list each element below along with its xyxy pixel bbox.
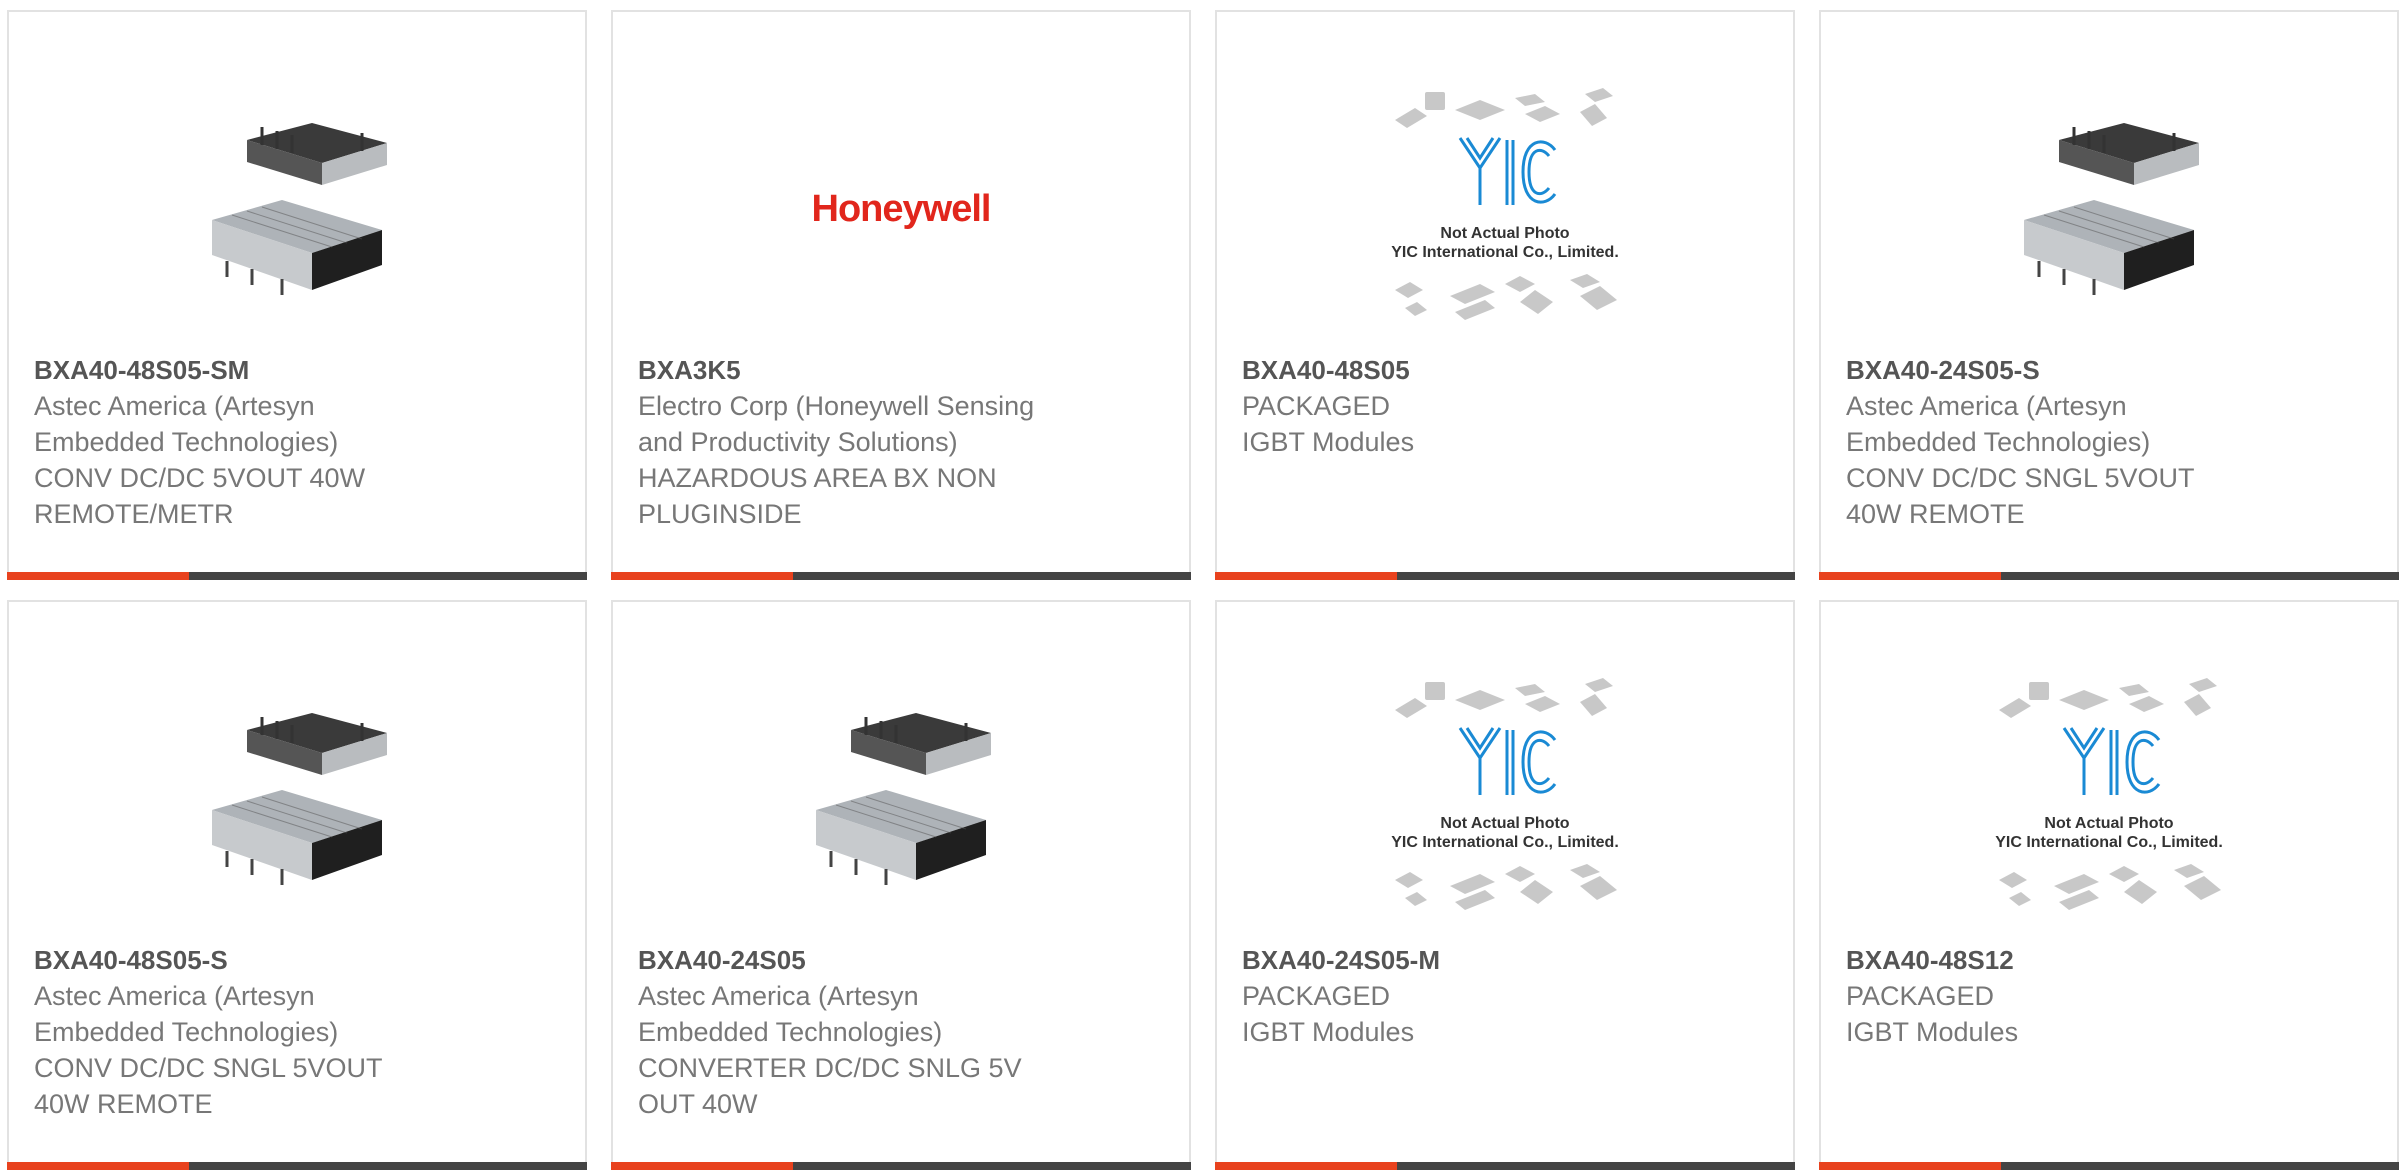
product-description-line: 40W REMOTE bbox=[34, 1089, 213, 1119]
part-number-link[interactable]: BXA40-24S05-M bbox=[1242, 942, 1712, 978]
product-description-line: REMOTE/METR bbox=[34, 499, 234, 529]
placeholder-caption: Not Actual Photo bbox=[2044, 815, 2173, 832]
product-image[interactable]: Not Actual Photo YIC International Co., … bbox=[1217, 67, 1793, 352]
part-number-link[interactable]: BXA40-48S05 bbox=[1242, 352, 1712, 388]
product-card[interactable]: Not Actual Photo YIC International Co., … bbox=[1819, 600, 2399, 1170]
placeholder-caption: Not Actual Photo bbox=[1440, 815, 1569, 832]
product-card[interactable]: BXA40-48S05-SM Astec America (Artesyn Embe… bbox=[7, 10, 587, 580]
product-info: BXA40-48S05-S Astec America (Artesyn Embed… bbox=[34, 942, 504, 1122]
card-accent-bar bbox=[1819, 572, 2399, 580]
product-image[interactable] bbox=[9, 657, 585, 942]
product-description-line: CONV DC/DC 5VOUT 40W bbox=[34, 463, 366, 493]
card-accent-bar bbox=[611, 572, 1191, 580]
product-image[interactable] bbox=[613, 657, 1189, 942]
product-card[interactable]: BXA40-24S05-S Astec America (Artesyn Embed… bbox=[1819, 10, 2399, 580]
dc-converter-image bbox=[816, 712, 991, 885]
product-description-line: CONVERTER DC/DC SNLG 5V bbox=[638, 1053, 1022, 1083]
part-number-link[interactable]: BXA40-24S05 bbox=[638, 942, 1108, 978]
product-info: BXA3K5 Electro Corp (Honeywell Sensing and… bbox=[638, 352, 1108, 532]
card-accent-bar bbox=[1215, 1162, 1795, 1170]
product-info: BXA40-24S05-S Astec America (Artesyn Embed… bbox=[1846, 352, 2316, 532]
product-description-line: IGBT Modules bbox=[1242, 1017, 1415, 1047]
dc-converter-image bbox=[2024, 122, 2199, 295]
dc-converter-image bbox=[212, 122, 387, 295]
product-image[interactable]: Not Actual Photo YIC International Co., … bbox=[1821, 657, 2397, 942]
product-image[interactable] bbox=[1821, 67, 2397, 352]
yic-placeholder-image: Not Actual Photo YIC International Co., … bbox=[1391, 677, 1619, 910]
product-description-line: OUT 40W bbox=[638, 1089, 758, 1119]
part-number-link[interactable]: BXA3K5 bbox=[638, 352, 1108, 388]
product-card[interactable]: BXA40-24S05 Astec America (Artesyn Embedde… bbox=[611, 600, 1191, 1170]
card-accent-bar bbox=[611, 1162, 1191, 1170]
card-accent-bar bbox=[7, 572, 587, 580]
product-grid: BXA40-48S05-SM Astec America (Artesyn Embe… bbox=[7, 10, 2399, 1170]
product-description-line: IGBT Modules bbox=[1242, 427, 1415, 457]
part-number-link[interactable]: BXA40-24S05-S bbox=[1846, 352, 2316, 388]
product-card[interactable]: Not Actual Photo YIC International Co., … bbox=[1215, 10, 1795, 580]
product-description-line: Embedded Technologies) bbox=[34, 1017, 339, 1047]
product-card[interactable]: Not Actual Photo YIC International Co., … bbox=[1215, 600, 1795, 1170]
product-info: BXA40-48S12 PACKAGED IGBT Modules bbox=[1846, 942, 2316, 1050]
product-description-line: 40W REMOTE bbox=[1846, 499, 2025, 529]
placeholder-company: YIC International Co., Limited. bbox=[1995, 834, 2223, 851]
placeholder-caption: Not Actual Photo bbox=[1440, 225, 1569, 242]
product-image[interactable]: Not Actual Photo YIC International Co., … bbox=[1217, 657, 1793, 942]
product-info: BXA40-24S05 Astec America (Artesyn Embedde… bbox=[638, 942, 1108, 1122]
product-description-line: Embedded Technologies) bbox=[638, 1017, 943, 1047]
part-number-link[interactable]: BXA40-48S12 bbox=[1846, 942, 2316, 978]
product-description-line: Astec America (Artesyn bbox=[34, 391, 315, 421]
placeholder-company: YIC International Co., Limited. bbox=[1391, 834, 1619, 851]
product-card[interactable]: BXA40-48S05-S Astec America (Artesyn Embed… bbox=[7, 600, 587, 1170]
card-accent-bar bbox=[1215, 572, 1795, 580]
product-description-line: Astec America (Artesyn bbox=[34, 981, 315, 1011]
product-description-line: Astec America (Artesyn bbox=[1846, 391, 2127, 421]
product-description-line: CONV DC/DC SNGL 5VOUT bbox=[34, 1053, 383, 1083]
honeywell-logo: Honeywell bbox=[811, 188, 992, 230]
product-info: BXA40-48S05-SM Astec America (Artesyn Embe… bbox=[34, 352, 504, 532]
dc-converter-image bbox=[212, 712, 387, 885]
card-accent-bar bbox=[1819, 1162, 2399, 1170]
product-description-line: PACKAGED bbox=[1242, 981, 1391, 1011]
product-info: BXA40-24S05-M PACKAGED IGBT Modules bbox=[1242, 942, 1712, 1050]
card-accent-bar bbox=[7, 1162, 587, 1170]
product-description-line: PLUGINSIDE bbox=[638, 499, 802, 529]
yic-placeholder-image: Not Actual Photo YIC International Co., … bbox=[1995, 677, 2223, 910]
product-image[interactable] bbox=[9, 67, 585, 352]
product-description-line: Embedded Technologies) bbox=[34, 427, 339, 457]
part-number-link[interactable]: BXA40-48S05-S bbox=[34, 942, 504, 978]
placeholder-company: YIC International Co., Limited. bbox=[1391, 244, 1619, 261]
product-description-line: IGBT Modules bbox=[1846, 1017, 2019, 1047]
product-info: BXA40-48S05 PACKAGED IGBT Modules bbox=[1242, 352, 1712, 460]
product-description-line: CONV DC/DC SNGL 5VOUT bbox=[1846, 463, 2195, 493]
product-description-line: PACKAGED bbox=[1242, 391, 1391, 421]
product-image[interactable]: Honeywell bbox=[613, 67, 1189, 352]
part-number-link[interactable]: BXA40-48S05-SM bbox=[34, 352, 504, 388]
product-description-line: HAZARDOUS AREA BX NON bbox=[638, 463, 997, 493]
product-description-line: and Productivity Solutions) bbox=[638, 427, 958, 457]
product-description-line: PACKAGED bbox=[1846, 981, 1995, 1011]
product-description-line: Embedded Technologies) bbox=[1846, 427, 2151, 457]
product-description-line: Electro Corp (Honeywell Sensing bbox=[638, 391, 1035, 421]
yic-placeholder-image: Not Actual Photo YIC International Co., … bbox=[1391, 87, 1619, 320]
product-description-line: Astec America (Artesyn bbox=[638, 981, 919, 1011]
product-card[interactable]: Honeywell BXA3K5 Electro Corp (Honeywell S… bbox=[611, 10, 1191, 580]
